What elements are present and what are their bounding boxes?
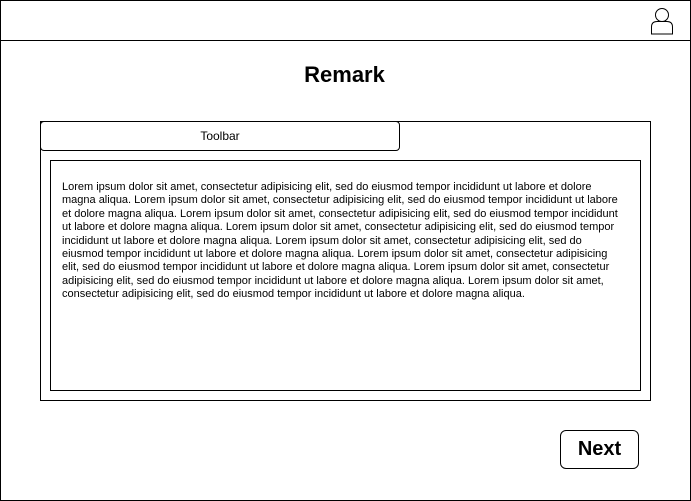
page-title: Remark	[304, 62, 385, 87]
remark-text: Lorem ipsum dolor sit amet, consectetur …	[62, 181, 618, 301]
user-icon[interactable]	[650, 7, 674, 35]
top-bar	[1, 1, 690, 41]
remark-text-area[interactable]: Lorem ipsum dolor sit amet, consectetur …	[50, 160, 641, 391]
next-button[interactable]: Next	[560, 430, 639, 469]
toolbar-label: Toolbar	[200, 129, 240, 143]
editor-toolbar[interactable]: Toolbar	[40, 121, 400, 151]
